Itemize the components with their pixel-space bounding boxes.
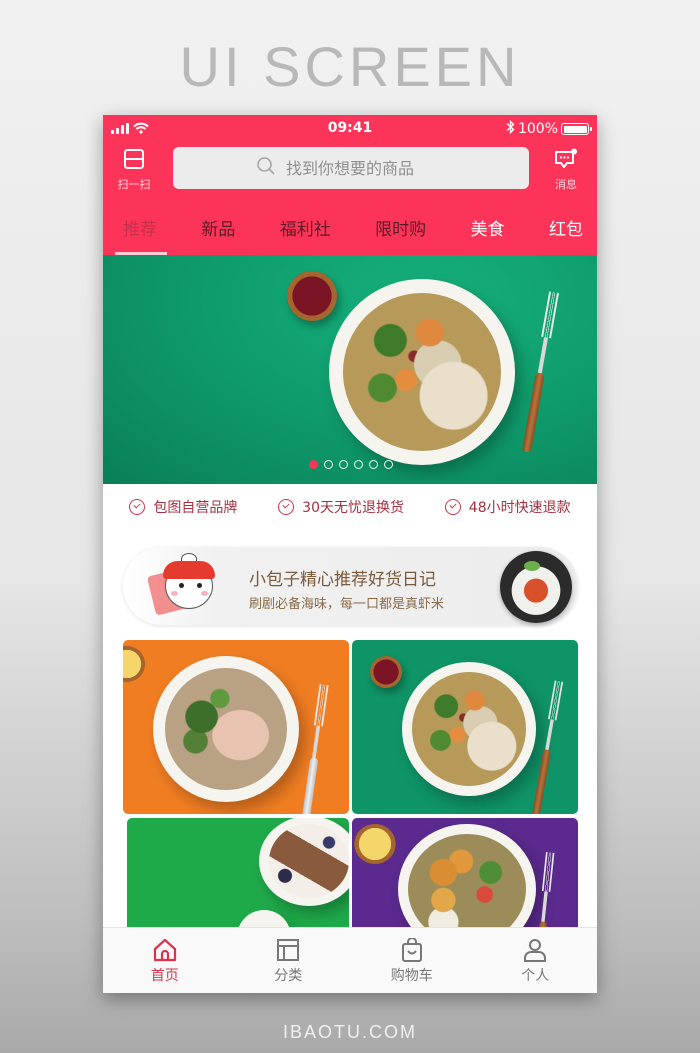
mascot-illustration: [146, 553, 227, 619]
guarantee-item: 48小时快速退款: [444, 497, 571, 517]
cart-bag-icon: [400, 938, 424, 962]
carousel-dot[interactable]: [369, 460, 378, 469]
nav-label: 个人: [521, 968, 550, 984]
phone-screen: 09:41 100% 扫一扫 找到你想要的商品 消息 推荐 新品 福利社 限时购…: [103, 115, 597, 993]
category-tabs: 推荐 新品 福利社 限时购 美食 红包: [103, 213, 597, 255]
nav-label: 购物车: [390, 968, 433, 984]
search-icon: [256, 156, 276, 180]
nav-label: 首页: [150, 968, 179, 984]
guarantee-label: 包图自营品牌: [153, 500, 238, 516]
product-tile[interactable]: [127, 818, 349, 930]
nav-label: 分类: [274, 968, 303, 984]
tab-new[interactable]: 新品: [201, 213, 235, 255]
status-bar: 09:41 100%: [103, 115, 597, 143]
tab-recommend[interactable]: 推荐: [123, 213, 157, 255]
scan-label: 扫一扫: [117, 178, 151, 191]
crab-thumbnail[interactable]: [500, 551, 572, 623]
unread-dot: [571, 148, 577, 155]
nav-category[interactable]: 分类: [227, 928, 351, 993]
promo-card[interactable]: 小包子精心推荐好货日记 刷剧必备海味，每一口都是真虾米: [123, 547, 578, 625]
tab-flash-sale[interactable]: 限时购: [375, 213, 426, 255]
tab-welfare[interactable]: 福利社: [280, 213, 331, 255]
tab-red-packet[interactable]: 红包: [549, 213, 583, 255]
product-tile[interactable]: [352, 818, 578, 930]
message-button[interactable]: 消息: [545, 148, 587, 192]
product-tile[interactable]: [123, 640, 349, 814]
carousel-dot[interactable]: [354, 460, 363, 469]
battery-percent: 100%: [517, 121, 558, 137]
message-icon: [554, 148, 578, 174]
guarantee-label: 30天无忧退换货: [302, 500, 404, 516]
guarantee-item: 包图自营品牌: [129, 497, 237, 517]
scan-button[interactable]: 扫一扫: [113, 148, 155, 192]
tab-food[interactable]: 美食: [471, 213, 505, 255]
promo-subtitle: 刷剧必备海味，每一口都是真虾米: [249, 597, 445, 612]
home-icon: [152, 938, 178, 962]
bluetooth-icon: [506, 119, 515, 138]
carousel-dots: [309, 460, 393, 469]
banner-plate: [329, 279, 515, 465]
service-guarantees: 包图自营品牌 30天无忧退换货 48小时快速退款: [103, 484, 597, 530]
search-input[interactable]: [286, 158, 446, 178]
scan-icon: [123, 149, 145, 174]
footer-brand: IBAOTU.COM: [282, 1022, 417, 1042]
status-right: 100%: [506, 119, 592, 138]
category-icon: [276, 938, 300, 962]
product-tile[interactable]: [352, 640, 578, 814]
person-icon: [523, 938, 547, 962]
battery-fill: [563, 125, 587, 133]
carousel-dot[interactable]: [339, 460, 348, 469]
search-bar[interactable]: [173, 147, 529, 189]
page-title: UI SCREEN: [179, 35, 521, 98]
nav-home[interactable]: 首页: [103, 928, 227, 993]
battery-icon: [561, 123, 592, 135]
carousel-dot[interactable]: [309, 460, 318, 469]
check-circle-icon: [129, 499, 146, 515]
guarantee-label: 48小时快速退款: [468, 500, 571, 516]
banner-carousel[interactable]: [103, 255, 597, 484]
guarantee-item: 30天无忧退换货: [278, 497, 404, 517]
nav-profile[interactable]: 个人: [474, 928, 598, 993]
nav-cart[interactable]: 购物车: [350, 928, 474, 993]
check-circle-icon: [278, 499, 295, 515]
message-label: 消息: [555, 178, 577, 191]
carousel-dot[interactable]: [384, 460, 393, 469]
check-circle-icon: [444, 499, 461, 515]
cranberry-bowl: [287, 271, 337, 321]
carousel-dot[interactable]: [324, 460, 333, 469]
header: 09:41 100% 扫一扫 找到你想要的商品 消息 推荐 新品 福利社 限时购…: [103, 115, 597, 255]
promo-title: 小包子精心推荐好货日记: [249, 570, 436, 590]
bottom-nav: 首页 分类 购物车 个人: [103, 927, 597, 993]
